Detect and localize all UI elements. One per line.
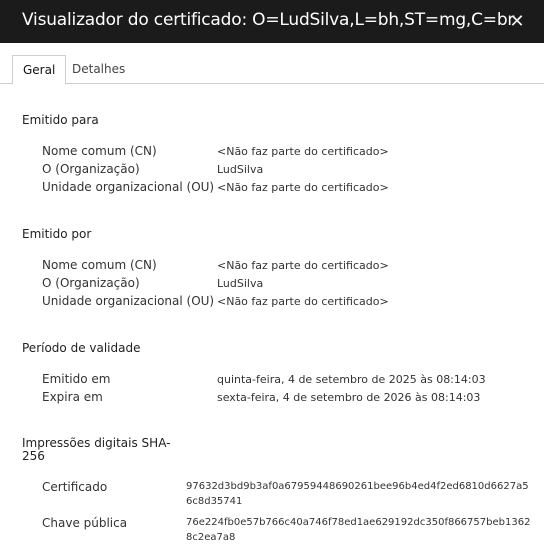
issued-to-o-label: O (Organização) bbox=[42, 162, 140, 176]
issued-to-cn-label: Nome comum (CN) bbox=[42, 144, 157, 158]
fingerprints-heading: Impressões digitais SHA-256 bbox=[22, 436, 171, 463]
issued-by-ou-value: <Não faz parte do certificado> bbox=[217, 295, 389, 308]
issued-by-o-label: O (Organização) bbox=[42, 276, 140, 290]
issued-to-cn-value: <Não faz parte do certificado> bbox=[217, 145, 389, 158]
issued-to-heading: Emitido para bbox=[22, 113, 99, 127]
public-key-fingerprint-label: Chave pública bbox=[42, 516, 128, 530]
tab-geral[interactable]: Geral bbox=[12, 55, 67, 85]
expires-on-value: sexta-feira, 4 de setembro de 2026 às 08… bbox=[217, 391, 481, 404]
certificate-fingerprint-value: 97632d3bd9b3af0a6795944869026​1bee96b4ed… bbox=[186, 481, 529, 507]
public-key-fingerprint-value: 76e224fb0e57b766c40a746f78ed1ae629192dc3… bbox=[186, 517, 531, 543]
issued-by-cn-label: Nome comum (CN) bbox=[42, 258, 157, 272]
validity-heading: Período de validade bbox=[22, 341, 141, 355]
issued-to-ou-label: Unidade organizacional (OU) bbox=[42, 180, 215, 194]
issued-on-label: Emitido em bbox=[42, 372, 111, 386]
tab-bar: Geral Detalhes bbox=[0, 55, 544, 85]
close-icon[interactable]: ✕ bbox=[505, 10, 529, 34]
window-title: Visualizador do certificado: O=LudSilva,… bbox=[22, 10, 515, 30]
issued-by-o-value: LudSilva bbox=[217, 277, 264, 290]
title-bar: Visualizador do certificado: O=LudSilva,… bbox=[0, 0, 544, 43]
expires-on-label: Expira em bbox=[42, 390, 103, 404]
issued-to-ou-value: <Não faz parte do certificado> bbox=[217, 181, 389, 194]
issued-to-o-value: LudSilva bbox=[217, 163, 264, 176]
certificate-fingerprint-label: Certificado bbox=[42, 480, 108, 494]
issued-by-ou-label: Unidade organizacional (OU) bbox=[42, 294, 215, 308]
issued-by-cn-value: <Não faz parte do certificado> bbox=[217, 259, 389, 272]
issued-by-heading: Emitido por bbox=[22, 227, 92, 241]
issued-on-value: quinta-feira, 4 de setembro de 2025 às 0… bbox=[217, 373, 486, 386]
tab-detalhes[interactable]: Detalhes bbox=[62, 55, 135, 84]
